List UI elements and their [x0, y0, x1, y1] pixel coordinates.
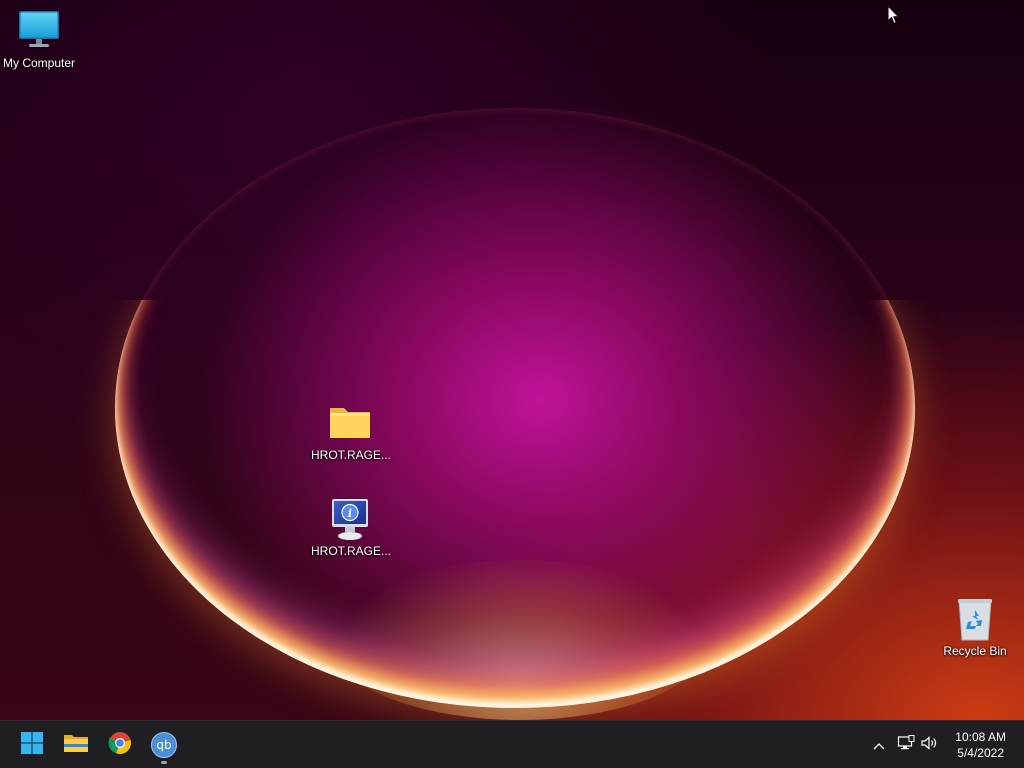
- clock-time: 10:08 AM: [955, 730, 1006, 744]
- taskbar: qb 10:08 AM 5/4/2022: [0, 720, 1024, 768]
- tray-overflow-button[interactable]: [869, 733, 889, 757]
- tray-volume-button[interactable]: [920, 733, 940, 757]
- monitor-icon: [15, 8, 63, 52]
- taskbar-qbittorrent[interactable]: qb: [144, 725, 184, 765]
- svg-text:i: i: [348, 507, 352, 520]
- info-monitor-icon: i: [326, 496, 374, 540]
- windows-logo-icon: [20, 731, 44, 759]
- start-button[interactable]: [12, 725, 52, 765]
- qbittorrent-icon: qb: [151, 732, 177, 758]
- desktop-icon-hrot-info[interactable]: i HROT.RAGE...: [311, 496, 392, 558]
- desktop[interactable]: My Computer HROT.RAGE... i HROT.RAGE... …: [0, 0, 1024, 720]
- tray-network-button[interactable]: [896, 733, 916, 757]
- chevron-up-icon: [872, 736, 886, 755]
- volume-icon: [920, 735, 940, 755]
- folder-icon: [326, 400, 374, 444]
- taskbar-chrome[interactable]: [100, 725, 140, 765]
- desktop-icon-recycle-bin[interactable]: Recycle Bin: [936, 596, 1014, 658]
- taskbar-file-explorer[interactable]: [56, 725, 96, 765]
- chrome-icon: [108, 731, 132, 759]
- desktop-icon-label: Recycle Bin: [943, 644, 1007, 658]
- running-indicator: [161, 761, 167, 764]
- recycle-bin-icon: [951, 596, 999, 641]
- desktop-icon-label: My Computer: [2, 56, 76, 70]
- desktop-icon-label: HROT.RAGE...: [311, 448, 392, 462]
- desktop-icon-hrot-folder[interactable]: HROT.RAGE...: [311, 400, 392, 462]
- desktop-icon-my-computer[interactable]: My Computer: [0, 8, 78, 70]
- tray-clock[interactable]: 10:08 AM 5/4/2022: [955, 729, 1006, 761]
- network-icon: [897, 735, 915, 755]
- clock-date: 5/4/2022: [957, 746, 1004, 760]
- folder-icon: [63, 732, 89, 758]
- desktop-icon-label: HROT.RAGE...: [311, 544, 392, 558]
- mouse-cursor-icon: [887, 4, 901, 29]
